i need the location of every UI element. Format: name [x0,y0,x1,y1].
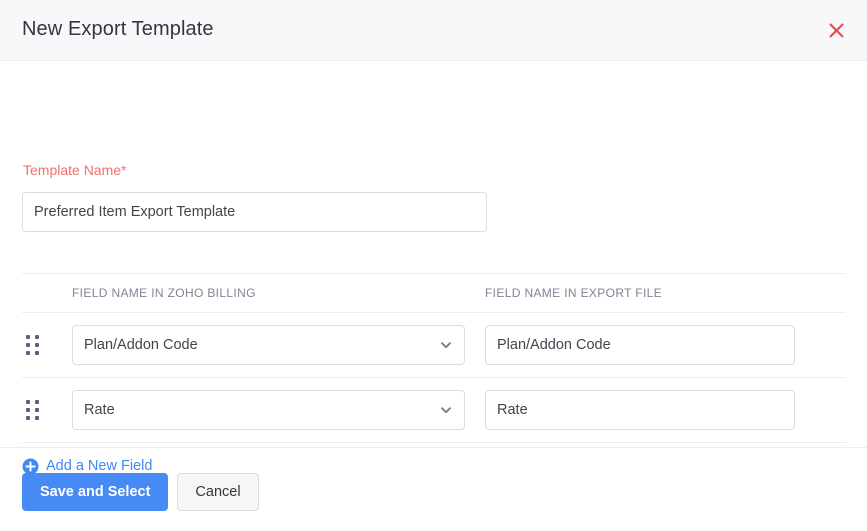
table-header-row: FIELD NAME IN ZOHO BILLING FIELD NAME IN… [22,273,846,313]
source-field-value: Plan/Addon Code [84,337,198,353]
source-field-dropdown-box[interactable]: Plan/Addon Code [72,325,465,365]
dialog-header: New Export Template [0,0,867,61]
column-header-export-field: FIELD NAME IN EXPORT FILE [485,286,662,300]
drag-handle-icon[interactable] [26,335,42,355]
page-title: New Export Template [22,18,214,41]
save-and-select-button[interactable]: Save and Select [22,473,168,511]
template-name-label: Template Name* [23,161,127,179]
export-field-input[interactable] [485,325,795,365]
footer-divider [0,447,867,448]
cancel-button[interactable]: Cancel [177,473,258,511]
export-field-input-wrapper [485,390,795,430]
source-field-dropdown[interactable]: Plan/Addon Code [72,325,465,365]
source-field-value: Rate [84,402,115,418]
close-button[interactable] [824,18,848,42]
field-mapping-table: FIELD NAME IN ZOHO BILLING FIELD NAME IN… [22,273,846,443]
template-name-input[interactable] [22,192,487,232]
new-export-template-dialog: New Export Template Template Name* FIELD… [0,0,867,531]
table-row: Rate [22,378,846,443]
table-row: Plan/Addon Code [22,313,846,378]
column-header-source-field: FIELD NAME IN ZOHO BILLING [72,286,256,300]
dialog-footer: Save and Select Cancel [22,473,259,511]
source-field-dropdown[interactable]: Rate [72,390,465,430]
export-field-input-wrapper [485,325,795,365]
close-icon [828,22,845,39]
export-field-input[interactable] [485,390,795,430]
chevron-down-icon [439,338,453,352]
chevron-down-icon [439,403,453,417]
source-field-dropdown-box[interactable]: Rate [72,390,465,430]
drag-handle-icon[interactable] [26,400,42,420]
